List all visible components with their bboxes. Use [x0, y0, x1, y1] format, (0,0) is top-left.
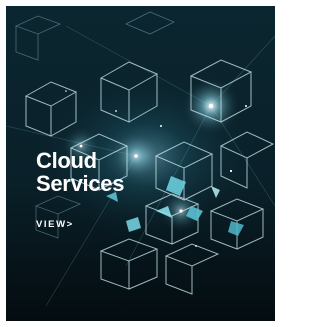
card-title: Cloud Services — [36, 149, 124, 195]
card-title-line2: Services — [36, 171, 125, 196]
cloud-services-card[interactable]: Cloud Services VIEW> — [6, 6, 275, 321]
card-title-line1: Cloud — [36, 148, 97, 173]
view-link[interactable]: VIEW> — [36, 219, 74, 230]
